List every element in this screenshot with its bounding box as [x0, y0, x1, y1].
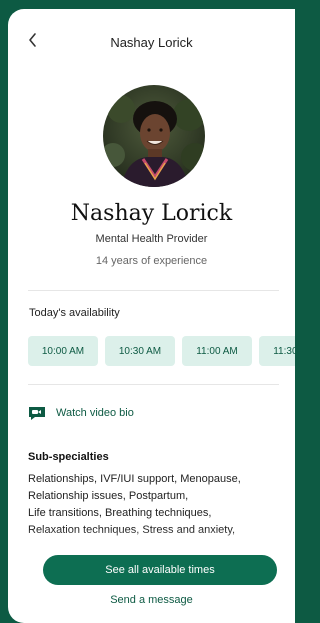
- availability-title: Today's availability: [29, 307, 120, 319]
- time-slot[interactable]: 10:30 AM: [105, 336, 175, 366]
- profile-screen: Nashay Lorick Nashay Lorick Mental Healt…: [8, 9, 295, 623]
- see-all-times-button[interactable]: See all available times: [43, 555, 277, 585]
- provider-name: Nashay Lorick: [70, 201, 233, 226]
- divider: [28, 384, 279, 385]
- avatar: [103, 85, 205, 187]
- scroll-fade: [8, 529, 295, 557]
- time-slot[interactable]: 10:00 AM: [28, 336, 98, 366]
- send-message-link[interactable]: Send a message: [8, 594, 295, 606]
- page-title: Nashay Lorick: [110, 35, 193, 50]
- header: Nashay Lorick: [8, 9, 295, 75]
- video-chat-icon: [28, 406, 46, 420]
- provider-role: Mental Health Provider: [95, 233, 208, 245]
- time-slot[interactable]: 11:00 AM: [182, 336, 252, 366]
- watch-video-bio-link[interactable]: Watch video bio: [28, 406, 134, 420]
- subspecialties-title: Sub-specialties: [28, 451, 109, 463]
- time-slot[interactable]: 11:30 AM: [259, 336, 295, 366]
- divider: [28, 290, 279, 291]
- provider-experience: 14 years of experience: [95, 255, 208, 267]
- watch-video-bio-label: Watch video bio: [56, 407, 134, 419]
- time-slot-list: 10:00 AM 10:30 AM 11:00 AM 11:30 AM: [28, 336, 295, 366]
